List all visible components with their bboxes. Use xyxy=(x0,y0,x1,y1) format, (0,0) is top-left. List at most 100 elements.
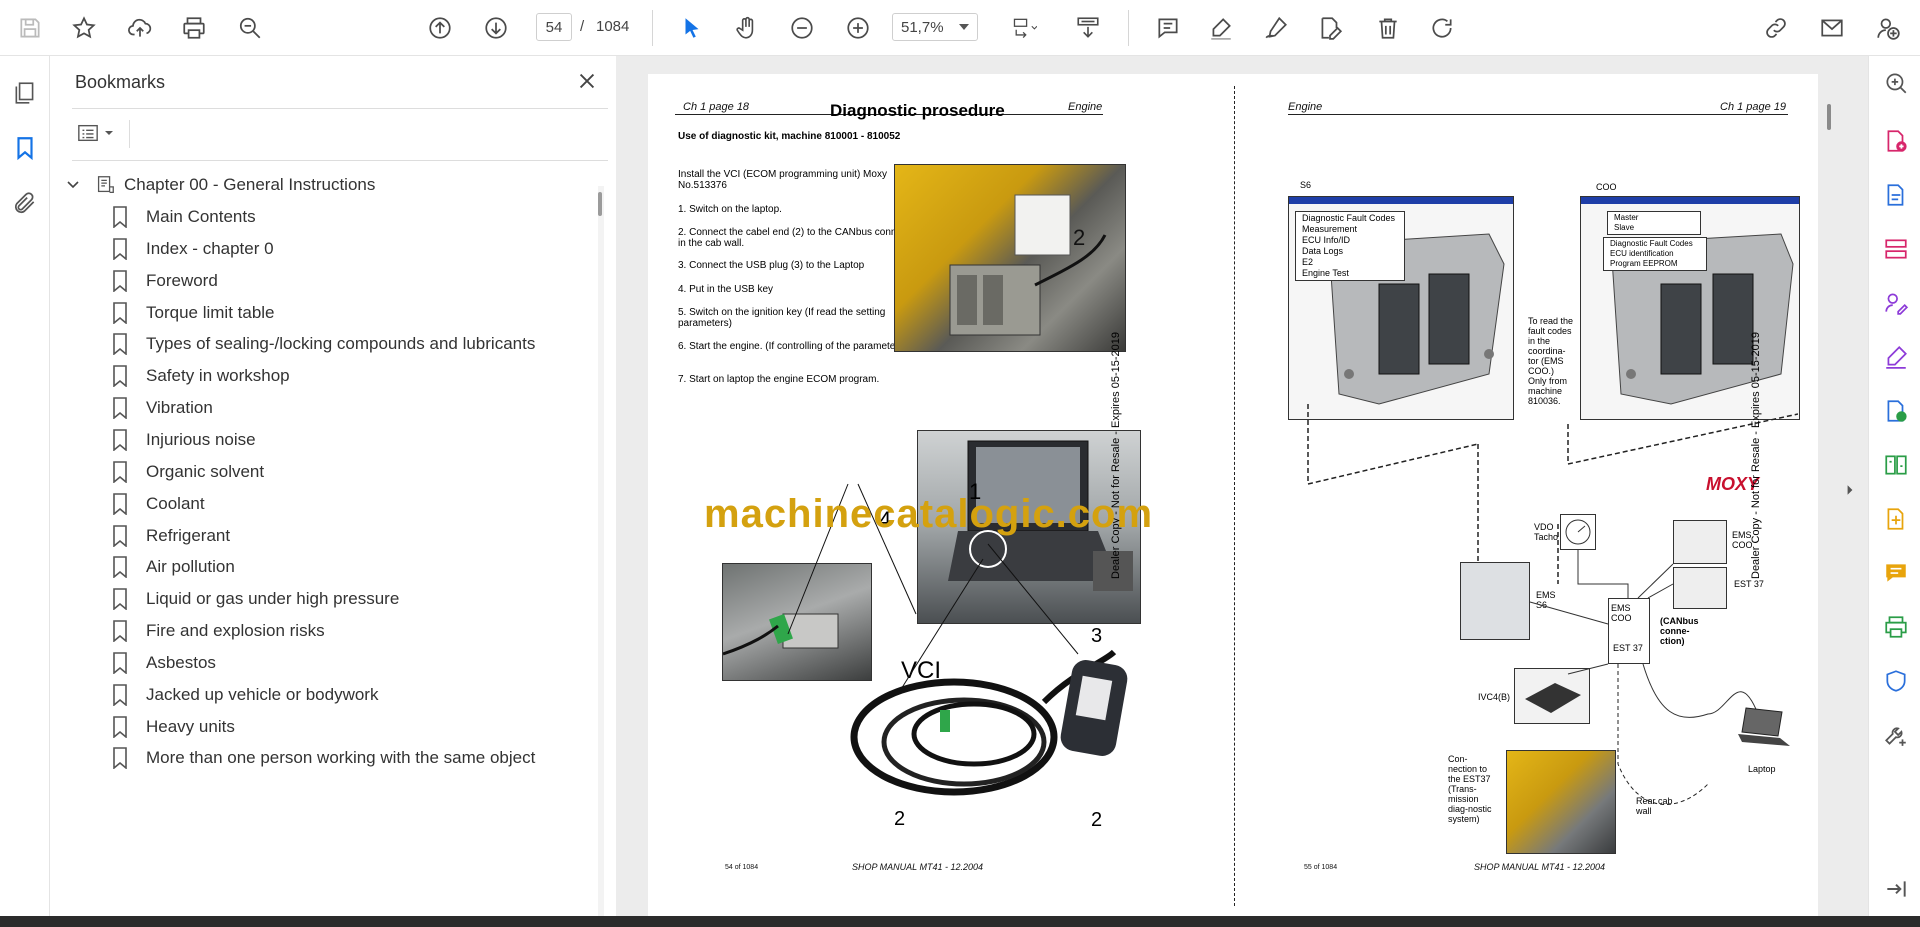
bookmark-item-more-than-one-person[interactable]: More than one person working with the sa… xyxy=(112,741,535,775)
bookmark-item-main-contents[interactable]: Main Contents xyxy=(112,200,256,234)
bookmark-item-label: More than one person working with the sa… xyxy=(146,748,536,768)
star-icon[interactable] xyxy=(66,10,102,46)
more-tools-icon[interactable] xyxy=(1881,720,1911,750)
bookmark-item-coolant[interactable]: Coolant xyxy=(112,487,205,521)
next-page-icon[interactable] xyxy=(478,10,514,46)
bookmark-icon xyxy=(113,683,127,706)
bookmark-item-vibration[interactable]: Vibration xyxy=(112,391,213,425)
bookmark-item-label: Asbestos xyxy=(146,652,216,672)
select-cursor-icon[interactable] xyxy=(674,10,710,46)
bookmark-item-jacked-up-vehicle[interactable]: Jacked up vehicle or bodywork xyxy=(112,678,378,712)
fill-sign-icon[interactable] xyxy=(1881,288,1911,318)
diagram-label: S6 xyxy=(1300,180,1312,190)
bookmark-item-torque-limit-table[interactable]: Torque limit table xyxy=(112,296,275,330)
scroll-mode-icon[interactable] xyxy=(1068,10,1108,46)
bookmark-chapter-00[interactable]: Chapter 00 - General Instructions xyxy=(66,168,375,202)
page-footer-number: 54 of 1084 xyxy=(725,864,759,871)
zoom-level-select[interactable]: 51,7% xyxy=(892,13,978,41)
bookmarks-scrollbar[interactable] xyxy=(598,186,604,916)
email-icon[interactable] xyxy=(1814,10,1850,46)
context-menu: Diagnostic Fault Codes Measurement ECU I… xyxy=(1295,211,1405,281)
menu-item: Data Logs xyxy=(1302,246,1344,256)
page-thumbnails-icon[interactable] xyxy=(8,76,42,110)
bookmark-icon xyxy=(113,365,127,388)
laptop-illustration xyxy=(1732,706,1792,750)
share-link-icon[interactable] xyxy=(1758,10,1794,46)
bookmark-item-foreword[interactable]: Foreword xyxy=(112,264,218,298)
combine-files-icon[interactable] xyxy=(1881,504,1911,534)
toolbar-divider xyxy=(652,10,653,46)
redo-rotate-icon[interactable] xyxy=(1424,10,1460,46)
bookmark-item-organic-solvent[interactable]: Organic solvent xyxy=(112,455,264,489)
request-signature-icon[interactable] xyxy=(1881,342,1911,372)
collapse-right-panel-icon[interactable] xyxy=(1843,478,1857,502)
bookmark-item-fire-explosion-risks[interactable]: Fire and explosion risks xyxy=(112,614,325,648)
collapse-tools-pane-icon[interactable] xyxy=(1881,874,1911,904)
save-icon[interactable] xyxy=(12,10,48,46)
bookmark-item-index-chapter-0[interactable]: Index - chapter 0 xyxy=(112,232,274,266)
menu-item: Master xyxy=(1614,213,1639,222)
create-pdf-icon[interactable] xyxy=(1881,180,1911,210)
bookmark-item-injurious-noise[interactable]: Injurious noise xyxy=(112,423,256,457)
bookmark-item-sealing-compounds[interactable]: Types of sealing-/locking compounds and … xyxy=(112,327,535,361)
send-file-icon[interactable] xyxy=(1881,396,1911,426)
window-titlebar xyxy=(1289,197,1513,204)
zoom-out-icon[interactable] xyxy=(784,10,820,46)
bookmark-icon xyxy=(113,238,127,260)
bookmark-icon xyxy=(113,269,127,292)
draw-freehand-icon[interactable] xyxy=(1258,10,1294,46)
print-icon[interactable] xyxy=(176,10,212,46)
protect-shield-icon[interactable] xyxy=(1881,666,1911,696)
bookmark-options-button[interactable] xyxy=(76,118,120,148)
menu-item: E2 xyxy=(1302,257,1314,267)
page-number-input[interactable] xyxy=(536,13,572,41)
callout-number: 2 xyxy=(894,808,906,830)
bookmark-item-heavy-units[interactable]: Heavy units xyxy=(112,710,235,744)
bookmark-item-label: Vibration xyxy=(146,398,213,418)
bookmark-icon xyxy=(113,715,127,738)
bookmark-item-air-pollution[interactable]: Air pollution xyxy=(112,550,235,584)
add-user-icon[interactable] xyxy=(1870,10,1906,46)
edit-pdf-icon[interactable] xyxy=(1312,10,1348,46)
bookmark-item-liquid-gas-pressure[interactable]: Liquid or gas under high pressure xyxy=(112,582,399,616)
menu-item: Diagnostic Fault Codes xyxy=(1302,213,1396,223)
instruction-step: 1. Switch on the laptop. xyxy=(678,204,782,215)
page-fit-icon[interactable] xyxy=(1000,10,1048,46)
watermark-text: machinecatalogic.com xyxy=(704,492,1154,536)
menu-item: Engine Test xyxy=(1302,268,1349,278)
page-header-right: Ch 1 page 19 xyxy=(1720,101,1787,113)
document-viewport[interactable]: Ch 1 page 18 Engine Diagnostic prosedure… xyxy=(616,56,1868,916)
previous-page-icon[interactable] xyxy=(422,10,458,46)
page-title: Diagnostic prosedure xyxy=(830,101,1005,120)
instruction-step: 7. Start on laptop the engine ECOM progr… xyxy=(678,374,880,385)
print-production-icon[interactable] xyxy=(1881,612,1911,642)
bookmark-item-safety-in-workshop[interactable]: Safety in workshop xyxy=(112,359,290,393)
bookmark-panel-icon[interactable] xyxy=(8,131,42,165)
zoom-in-icon[interactable] xyxy=(840,10,876,46)
comment-tool-icon[interactable] xyxy=(1881,558,1911,588)
instruction-step: 5. Switch on the ignition key (If read t… xyxy=(678,307,886,329)
upload-cloud-icon[interactable] xyxy=(122,10,158,46)
close-icon[interactable] xyxy=(574,68,600,94)
callout-number: 2 xyxy=(1091,809,1103,831)
scrollbar-thumb[interactable] xyxy=(598,192,602,216)
highlight-pen-icon[interactable] xyxy=(1203,10,1239,46)
comment-icon[interactable] xyxy=(1150,10,1186,46)
bookmark-icon xyxy=(113,747,127,770)
bookmark-item-asbestos[interactable]: Asbestos xyxy=(112,646,216,680)
compare-files-icon[interactable] xyxy=(1881,450,1911,480)
search-zoom-icon[interactable] xyxy=(1881,68,1911,98)
bookmarks-title: Bookmarks xyxy=(75,72,166,92)
attachments-paperclip-icon[interactable] xyxy=(8,186,42,220)
bookmark-icon xyxy=(113,588,127,611)
bookmark-tree: Chapter 00 - General Instructions Main C… xyxy=(50,166,590,916)
divider xyxy=(72,108,608,109)
bookmark-item-refrigerant[interactable]: Refrigerant xyxy=(112,519,230,553)
export-pdf-icon[interactable] xyxy=(1881,126,1911,156)
organize-pages-icon[interactable] xyxy=(1881,234,1911,264)
hand-tool-icon[interactable] xyxy=(729,10,765,46)
delete-trash-icon[interactable] xyxy=(1370,10,1406,46)
document-scrollbar-thumb[interactable] xyxy=(1827,104,1831,130)
chevron-down-icon[interactable] xyxy=(66,178,80,192)
zoom-search-icon[interactable] xyxy=(232,10,268,46)
